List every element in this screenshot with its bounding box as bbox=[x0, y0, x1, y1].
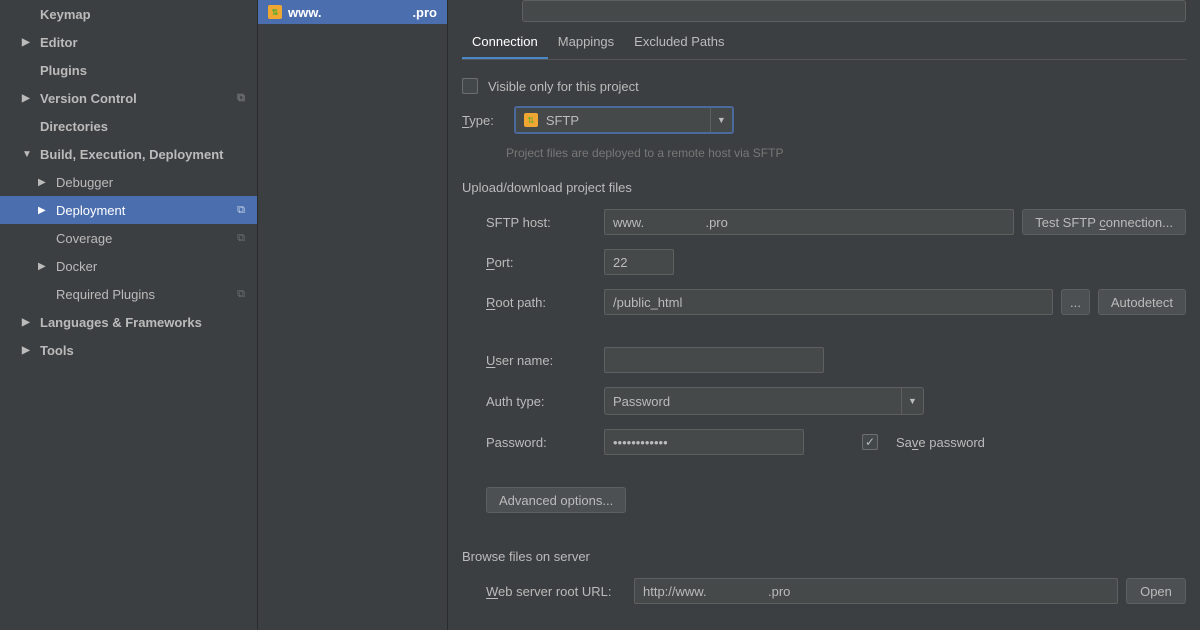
config-tabs: Connection Mappings Excluded Paths bbox=[462, 28, 1186, 60]
sidebar-label: Docker bbox=[56, 259, 97, 274]
sidebar-label: Required Plugins bbox=[56, 287, 155, 302]
password-label: Password: bbox=[486, 435, 596, 450]
username-row: User name: bbox=[486, 347, 1186, 373]
port-label: Port: bbox=[486, 255, 596, 270]
type-row: Type: ⇅ SFTP ▼ bbox=[462, 106, 1186, 134]
sidebar-label: Deployment bbox=[56, 203, 125, 218]
sidebar-label: Debugger bbox=[56, 175, 113, 190]
sidebar-label: Languages & Frameworks bbox=[40, 315, 202, 330]
sidebar-item-deployment[interactable]: ▶ Deployment ⧉ bbox=[0, 196, 257, 224]
type-value: SFTP bbox=[546, 113, 579, 128]
web-root-row: Web server root URL: http://www. .pro Op… bbox=[486, 578, 1186, 604]
sidebar-label: Keymap bbox=[40, 7, 91, 22]
chevron-right-icon: ▶ bbox=[38, 205, 50, 216]
sftp-host-row: SFTP host: www. .pro Test SFTP connectio… bbox=[486, 209, 1186, 235]
sftp-host-label: SFTP host: bbox=[486, 215, 596, 230]
sidebar-item-build-execution-deployment[interactable]: ▼ Build, Execution, Deployment bbox=[0, 140, 257, 168]
sidebar-label: Directories bbox=[40, 119, 108, 134]
sftp-server-icon: ⇅ bbox=[268, 5, 282, 19]
chevron-right-icon: ▶ bbox=[22, 93, 34, 104]
sidebar-item-directories[interactable]: ▶Directories bbox=[0, 112, 257, 140]
visible-only-checkbox[interactable] bbox=[462, 78, 478, 94]
sidebar-item-tools[interactable]: ▶ Tools bbox=[0, 336, 257, 364]
sidebar-label: Editor bbox=[40, 35, 78, 50]
sidebar-label: Version Control bbox=[40, 91, 137, 106]
sidebar-item-required-plugins[interactable]: ▶Required Plugins⧉ bbox=[0, 280, 257, 308]
sidebar-item-editor[interactable]: ▶ Editor bbox=[0, 28, 257, 56]
chevron-right-icon: ▶ bbox=[22, 317, 34, 328]
chevron-down-icon: ▼ bbox=[901, 388, 923, 414]
root-path-input[interactable]: /public_html bbox=[604, 289, 1053, 315]
password-input[interactable]: •••••••••••• bbox=[604, 429, 804, 455]
web-root-input[interactable]: http://www. .pro bbox=[634, 578, 1118, 604]
tab-mappings[interactable]: Mappings bbox=[548, 28, 624, 59]
visible-only-label: Visible only for this project bbox=[488, 79, 639, 94]
open-button[interactable]: Open bbox=[1126, 578, 1186, 604]
project-scope-icon: ⧉ bbox=[237, 288, 245, 301]
sidebar-label: Coverage bbox=[56, 231, 112, 246]
visible-only-row: Visible only for this project bbox=[462, 78, 1186, 94]
sidebar-item-debugger[interactable]: ▶ Debugger bbox=[0, 168, 257, 196]
server-name-suffix: .pro bbox=[412, 5, 437, 20]
chevron-right-icon: ▶ bbox=[38, 177, 50, 188]
sidebar-item-version-control[interactable]: ▶ Version Control ⧉ bbox=[0, 84, 257, 112]
username-input[interactable] bbox=[604, 347, 824, 373]
port-row: Port: 22 bbox=[486, 249, 1186, 275]
type-helper-text: Project files are deployed to a remote h… bbox=[506, 146, 1186, 160]
upload-section-title: Upload/download project files bbox=[462, 180, 1186, 195]
sidebar-item-keymap[interactable]: ▶Keymap bbox=[0, 0, 257, 28]
browse-root-path-button[interactable]: ... bbox=[1061, 289, 1090, 315]
tab-connection[interactable]: Connection bbox=[462, 28, 548, 59]
project-scope-icon: ⧉ bbox=[237, 92, 245, 105]
sftp-icon: ⇅ bbox=[524, 113, 538, 127]
username-label: User name: bbox=[486, 353, 596, 368]
sidebar-item-plugins[interactable]: ▶Plugins bbox=[0, 56, 257, 84]
sidebar-label: Build, Execution, Deployment bbox=[40, 147, 223, 162]
port-input[interactable]: 22 bbox=[604, 249, 674, 275]
chevron-down-icon: ▼ bbox=[710, 108, 732, 132]
deployment-server-list: ⇅ www. .pro bbox=[258, 0, 448, 630]
chevron-down-icon: ▼ bbox=[22, 149, 34, 160]
browse-section-title: Browse files on server bbox=[462, 549, 1186, 564]
deployment-config-panel: Connection Mappings Excluded Paths Visib… bbox=[448, 0, 1200, 630]
auth-type-row: Auth type: Password ▼ bbox=[486, 387, 1186, 415]
chevron-right-icon: ▶ bbox=[22, 37, 34, 48]
auth-type-select[interactable]: Password ▼ bbox=[604, 387, 924, 415]
type-label: Type: bbox=[462, 113, 494, 128]
root-path-label: Root path: bbox=[486, 295, 596, 310]
advanced-options-button[interactable]: Advanced options... bbox=[486, 487, 626, 513]
settings-sidebar: ▶Keymap ▶Editor ▶Plugins ▶Version Contro… bbox=[0, 0, 258, 630]
auth-type-label: Auth type: bbox=[486, 394, 596, 409]
save-password-label: Save password bbox=[896, 435, 985, 450]
sidebar-item-docker[interactable]: ▶ Docker bbox=[0, 252, 257, 280]
sidebar-item-coverage[interactable]: ▶Coverage⧉ bbox=[0, 224, 257, 252]
save-password-row: Save password bbox=[862, 434, 985, 450]
sidebar-item-languages-frameworks[interactable]: ▶ Languages & Frameworks bbox=[0, 308, 257, 336]
sidebar-label: Plugins bbox=[40, 63, 87, 78]
server-name-input[interactable] bbox=[522, 0, 1186, 22]
server-list-item[interactable]: ⇅ www. .pro bbox=[258, 0, 447, 24]
project-scope-icon: ⧉ bbox=[237, 204, 245, 217]
web-root-label: Web server root URL: bbox=[486, 584, 626, 599]
password-row: Password: •••••••••••• Save password bbox=[486, 429, 1186, 455]
chevron-right-icon: ▶ bbox=[38, 261, 50, 272]
sidebar-label: Tools bbox=[40, 343, 74, 358]
root-path-row: Root path: /public_html ... Autodetect bbox=[486, 289, 1186, 315]
project-scope-icon: ⧉ bbox=[237, 232, 245, 245]
type-select[interactable]: ⇅ SFTP ▼ bbox=[514, 106, 734, 134]
tab-excluded-paths[interactable]: Excluded Paths bbox=[624, 28, 734, 59]
save-password-checkbox[interactable] bbox=[862, 434, 878, 450]
chevron-right-icon: ▶ bbox=[22, 345, 34, 356]
test-sftp-connection-button[interactable]: Test SFTP connection... bbox=[1022, 209, 1186, 235]
autodetect-button[interactable]: Autodetect bbox=[1098, 289, 1186, 315]
sftp-host-input[interactable]: www. .pro bbox=[604, 209, 1014, 235]
server-name-prefix: www. bbox=[288, 5, 321, 20]
